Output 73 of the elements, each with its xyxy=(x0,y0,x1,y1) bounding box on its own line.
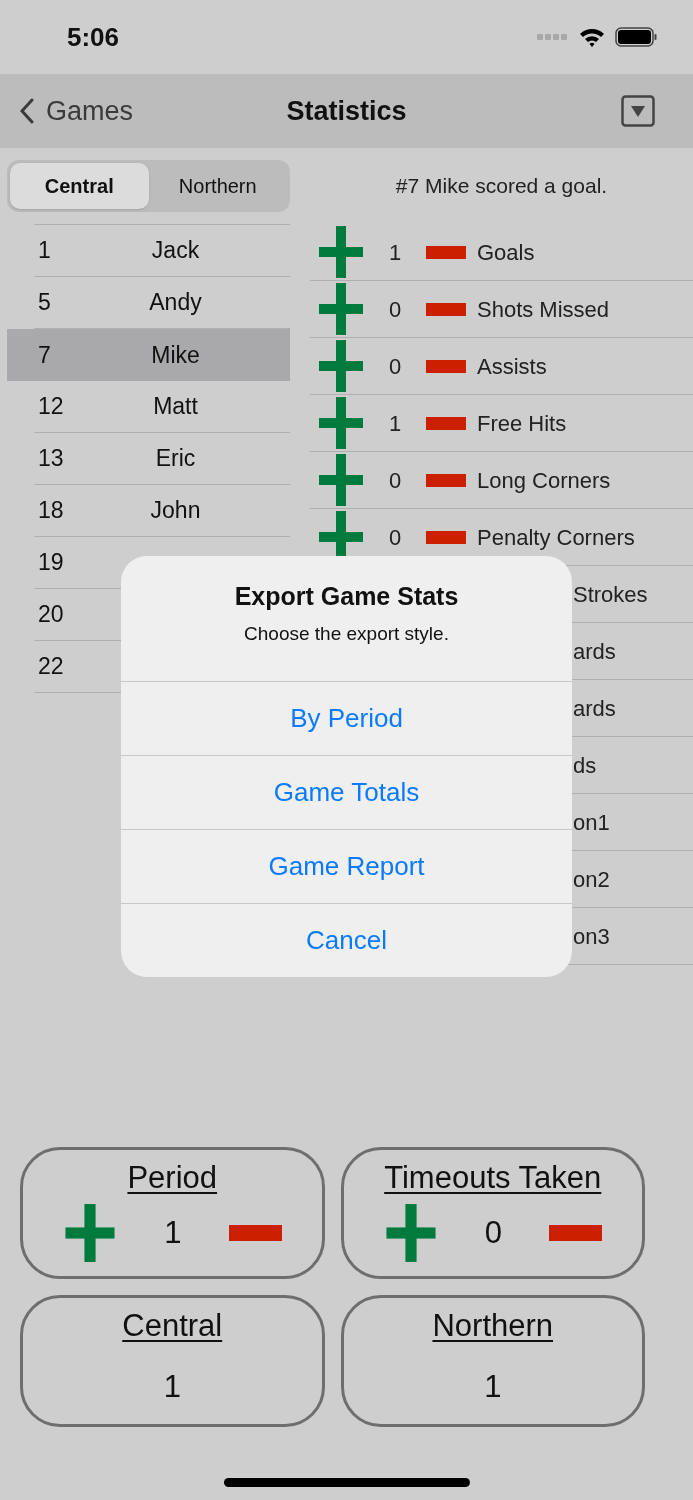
counter-title: Northern xyxy=(432,1307,554,1345)
back-button[interactable]: Games xyxy=(20,90,134,132)
player-row[interactable]: 13 Eric xyxy=(7,433,290,485)
wifi-icon xyxy=(579,27,605,47)
plus-icon[interactable] xyxy=(318,226,364,278)
player-row[interactable]: 1 Jack xyxy=(7,225,290,277)
stat-label: on3 xyxy=(573,922,610,951)
status-time: 5:06 xyxy=(67,20,120,54)
stat-label: Free Hits xyxy=(477,409,567,438)
minus-icon[interactable] xyxy=(426,530,466,544)
team-tab[interactable]: Central xyxy=(10,163,149,209)
stat-value: 0 xyxy=(387,295,403,324)
plus-icon[interactable] xyxy=(318,283,364,335)
player-number: 19 xyxy=(37,548,65,578)
player-number: 1 xyxy=(37,236,52,266)
stat-label: Long Corners xyxy=(477,466,611,495)
stat-value: 0 xyxy=(387,352,403,381)
player-number: 5 xyxy=(37,288,52,318)
screen-title: Statistics xyxy=(286,94,407,128)
plus-icon[interactable] xyxy=(318,340,364,392)
stat-label: Strokes xyxy=(573,580,648,609)
player-name: Eric xyxy=(154,444,197,474)
stat-value: 0 xyxy=(387,466,403,495)
battery-icon xyxy=(615,27,657,47)
stat-label: Goals xyxy=(477,238,535,267)
stat-label: Assists xyxy=(477,352,547,381)
minus-icon[interactable] xyxy=(426,302,466,316)
minus-icon[interactable] xyxy=(426,473,466,487)
stat-label: ards xyxy=(573,694,616,723)
plus-icon[interactable] xyxy=(383,1204,438,1262)
counter-title: Timeouts Taken xyxy=(384,1159,602,1197)
stat-value: 0 xyxy=(387,523,403,552)
minus-icon[interactable] xyxy=(426,245,466,259)
player-name: Jack xyxy=(150,236,201,266)
counter-title: Period xyxy=(127,1159,218,1197)
stat-label: Shots Missed xyxy=(477,295,610,324)
status-message: #7 Mike scored a goal. xyxy=(395,173,608,200)
plus-icon[interactable] xyxy=(318,397,364,449)
player-number: 12 xyxy=(37,392,65,422)
counter-value: 1 xyxy=(163,1368,181,1406)
player-name: Andy xyxy=(148,288,203,318)
player-name: Matt xyxy=(152,392,199,422)
player-number: 7 xyxy=(37,340,52,370)
stat-label: ards xyxy=(573,637,616,666)
minus-icon[interactable] xyxy=(426,416,466,430)
minus-icon[interactable] xyxy=(426,359,466,373)
player-number: 18 xyxy=(37,496,65,526)
counter-value: 0 xyxy=(484,1213,502,1252)
plus-icon[interactable] xyxy=(318,454,364,506)
plus-icon[interactable] xyxy=(63,1204,117,1262)
counter-value: 1 xyxy=(164,1213,182,1252)
stat-label: ds xyxy=(573,751,597,780)
stat-label: Penalty Corners xyxy=(477,523,635,552)
counter-value: 1 xyxy=(484,1368,502,1406)
stat-label: on2 xyxy=(573,865,610,894)
counter-title: Central xyxy=(122,1307,223,1345)
player-number: 13 xyxy=(37,444,65,474)
signal-icon xyxy=(537,33,569,41)
stat-value: 1 xyxy=(387,238,403,267)
dialog-title: Export Game Stats xyxy=(234,581,459,612)
player-name: Mike xyxy=(150,340,201,370)
stat-value: 1 xyxy=(387,409,403,438)
player-row[interactable]: 7 Mike xyxy=(7,329,290,381)
player-row[interactable]: 12 Matt xyxy=(7,381,290,433)
player-number: 22 xyxy=(37,652,65,682)
player-number: 20 xyxy=(37,600,65,630)
player-row[interactable]: 18 John xyxy=(7,485,290,537)
player-name: John xyxy=(149,496,202,526)
chevron-left-icon xyxy=(20,98,34,124)
dialog-message: Choose the export style. xyxy=(244,621,449,646)
team-tab[interactable]: Northern xyxy=(148,163,287,209)
stat-label: on1 xyxy=(573,808,610,837)
dropdown-icon[interactable] xyxy=(621,95,655,127)
